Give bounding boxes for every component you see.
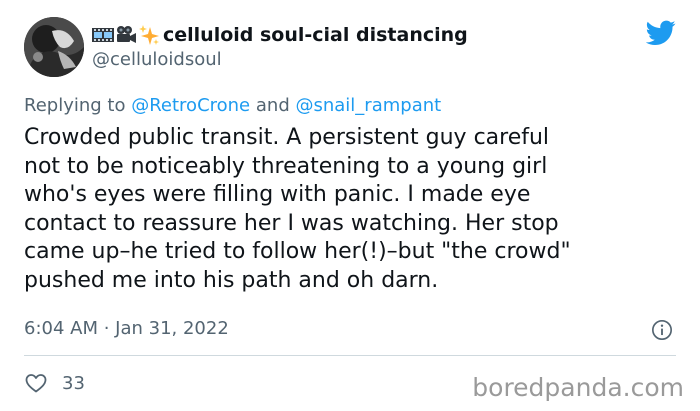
- like-count: 33: [62, 372, 85, 394]
- watermark-logo: boredpanda.com: [472, 373, 684, 402]
- avatar[interactable]: [24, 17, 84, 77]
- mention-link-2[interactable]: @snail_rampant: [295, 95, 441, 116]
- tweet-body-line: came up–he tried to follow her(!)–but "t…: [24, 239, 571, 264]
- author-name-row[interactable]: celluloid soul-cial distancing: [92, 22, 468, 48]
- tweet-body-line: contact to reassure her I was watching. …: [24, 210, 559, 236]
- sparkles-icon: [138, 23, 160, 47]
- tweet-body: Crowded public transit. A persistent guy…: [24, 124, 674, 295]
- reply-conjunction: and: [255, 95, 290, 116]
- tweet-timestamp[interactable]: 6:04 AM · Jan 31, 2022: [24, 318, 229, 339]
- heart-icon: [25, 374, 47, 393]
- tweet-body-line: Crowded public transit. A persistent guy…: [24, 125, 550, 150]
- tweet-body-line: who's eyes were filling with panic. I ma…: [24, 182, 531, 207]
- movie-camera-icon: [115, 23, 137, 47]
- reply-context: Replying to @RetroCrone and @snail_rampa…: [24, 95, 441, 116]
- like-button[interactable]: 33: [24, 370, 85, 396]
- tweet-body-line: pushed me into his path and oh darn.: [24, 267, 439, 293]
- tweet-body-line: not to be noticeably threatening to a yo…: [24, 153, 548, 179]
- film-frames-icon: [92, 23, 114, 47]
- twitter-bird-icon[interactable]: [646, 20, 676, 46]
- mention-link-1[interactable]: @RetroCrone: [131, 95, 250, 116]
- info-icon[interactable]: [651, 319, 673, 341]
- display-name: celluloid soul-cial distancing: [163, 24, 468, 46]
- avatar-image: [24, 17, 84, 77]
- author-handle[interactable]: @celluloidsoul: [92, 49, 222, 70]
- reply-prefix: Replying to: [24, 95, 126, 116]
- tweet-card: celluloid soul-cial distancing @celluloi…: [0, 0, 700, 411]
- divider: [24, 355, 676, 356]
